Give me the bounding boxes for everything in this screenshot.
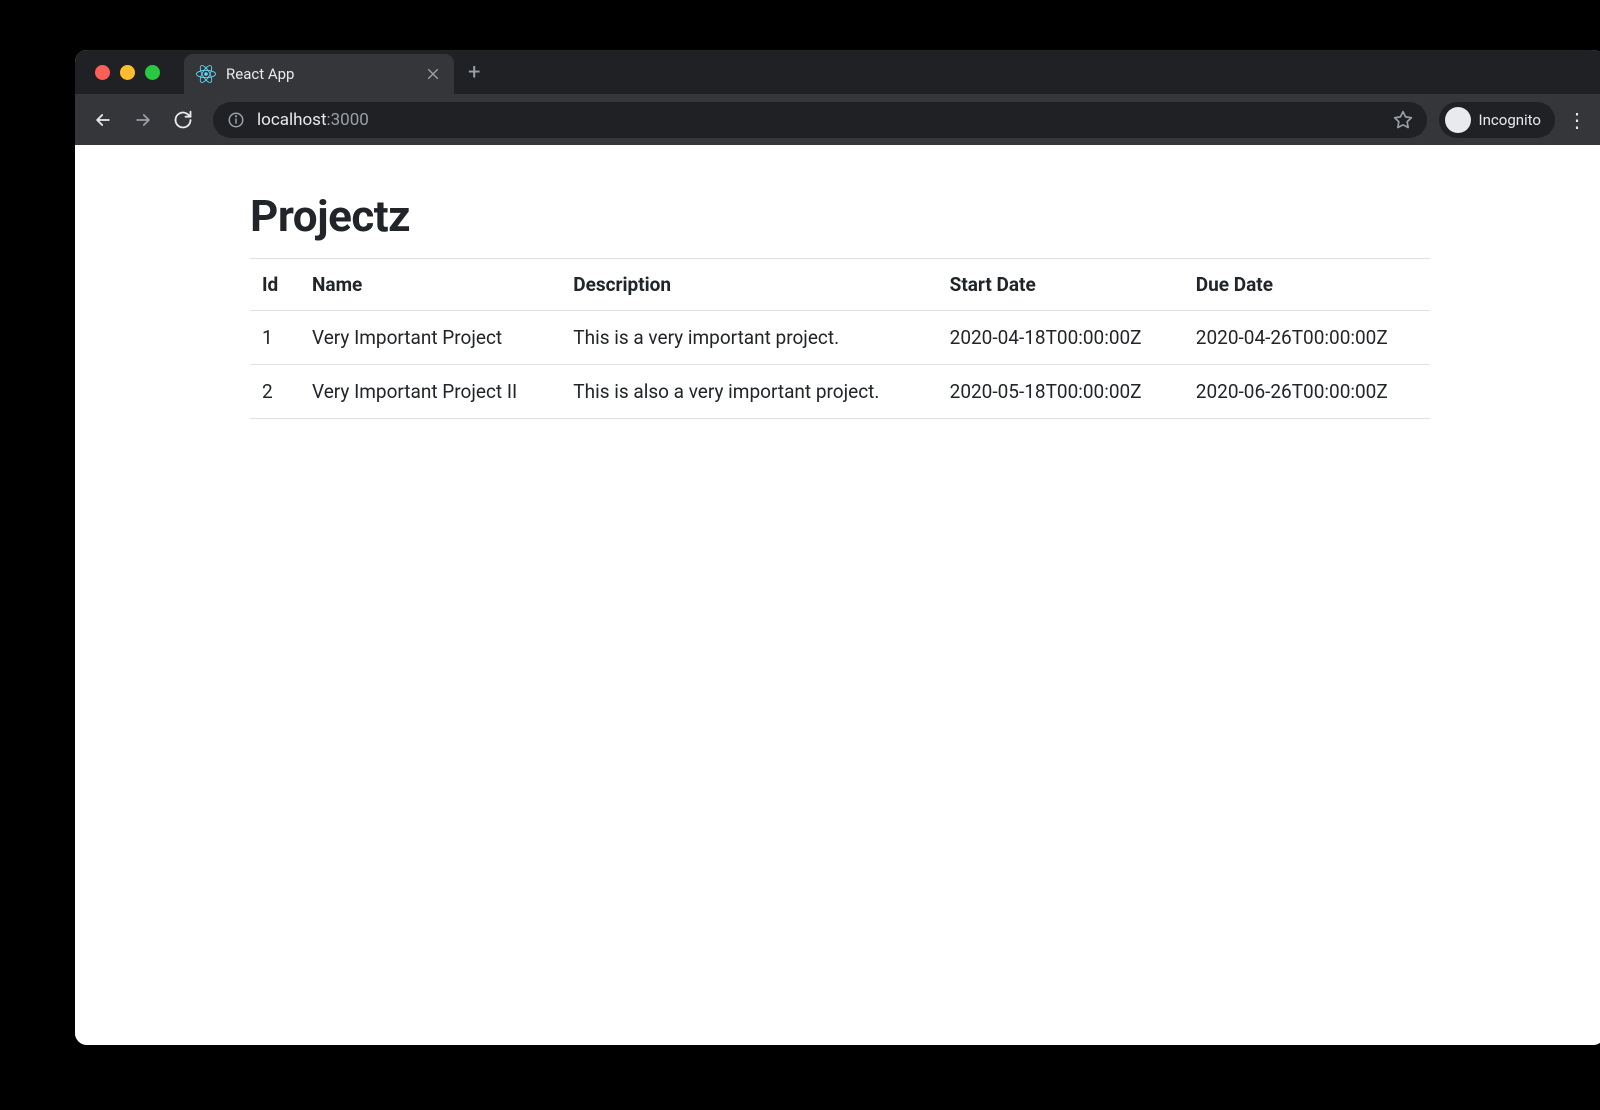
- cell-start-date: 2020-04-18T00:00:00Z: [938, 311, 1184, 365]
- address-bar[interactable]: localhost:3000: [213, 102, 1427, 138]
- window-maximize-button[interactable]: [145, 65, 160, 80]
- cell-name: Very Important Project II: [300, 365, 561, 419]
- cell-id: 2: [250, 365, 300, 419]
- incognito-badge[interactable]: Incognito: [1439, 102, 1555, 138]
- close-tab-icon[interactable]: [424, 65, 442, 83]
- forward-button[interactable]: [125, 102, 161, 138]
- col-description: Description: [561, 259, 937, 311]
- table-header-row: Id Name Description Start Date Due Date: [250, 259, 1430, 311]
- site-info-icon[interactable]: [227, 111, 245, 129]
- cell-due-date: 2020-04-26T00:00:00Z: [1184, 311, 1430, 365]
- tab-bar: React App +: [75, 50, 1600, 94]
- window-close-button[interactable]: [95, 65, 110, 80]
- table-row: 2 Very Important Project II This is also…: [250, 365, 1430, 419]
- incognito-icon: [1445, 107, 1471, 133]
- window-controls: [87, 65, 172, 80]
- reload-button[interactable]: [165, 102, 201, 138]
- table-row: 1 Very Important Project This is a very …: [250, 311, 1430, 365]
- incognito-label: Incognito: [1479, 111, 1541, 129]
- page-content: Projectz Id Name Description Start Date …: [75, 145, 1600, 1045]
- projects-table: Id Name Description Start Date Due Date …: [250, 258, 1430, 419]
- browser-tab[interactable]: React App: [184, 54, 454, 94]
- cell-description: This is a very important project.: [561, 311, 937, 365]
- browser-window: React App + localhost:3000: [75, 50, 1600, 1045]
- react-icon: [196, 64, 216, 84]
- cell-start-date: 2020-05-18T00:00:00Z: [938, 365, 1184, 419]
- cell-description: This is also a very important project.: [561, 365, 937, 419]
- new-tab-button[interactable]: +: [454, 60, 494, 85]
- cell-name: Very Important Project: [300, 311, 561, 365]
- back-button[interactable]: [85, 102, 121, 138]
- page-title: Projectz: [250, 190, 1430, 242]
- browser-toolbar: localhost:3000 Incognito ⋮: [75, 94, 1600, 145]
- cell-id: 1: [250, 311, 300, 365]
- window-minimize-button[interactable]: [120, 65, 135, 80]
- col-start-date: Start Date: [938, 259, 1184, 311]
- cell-due-date: 2020-06-26T00:00:00Z: [1184, 365, 1430, 419]
- browser-chrome: React App + localhost:3000: [75, 50, 1600, 145]
- tab-title: React App: [226, 65, 414, 83]
- url-text: localhost:3000: [257, 110, 1381, 130]
- col-name: Name: [300, 259, 561, 311]
- col-id: Id: [250, 259, 300, 311]
- bookmark-icon[interactable]: [1393, 110, 1413, 130]
- col-due-date: Due Date: [1184, 259, 1430, 311]
- browser-menu-button[interactable]: ⋮: [1559, 102, 1595, 138]
